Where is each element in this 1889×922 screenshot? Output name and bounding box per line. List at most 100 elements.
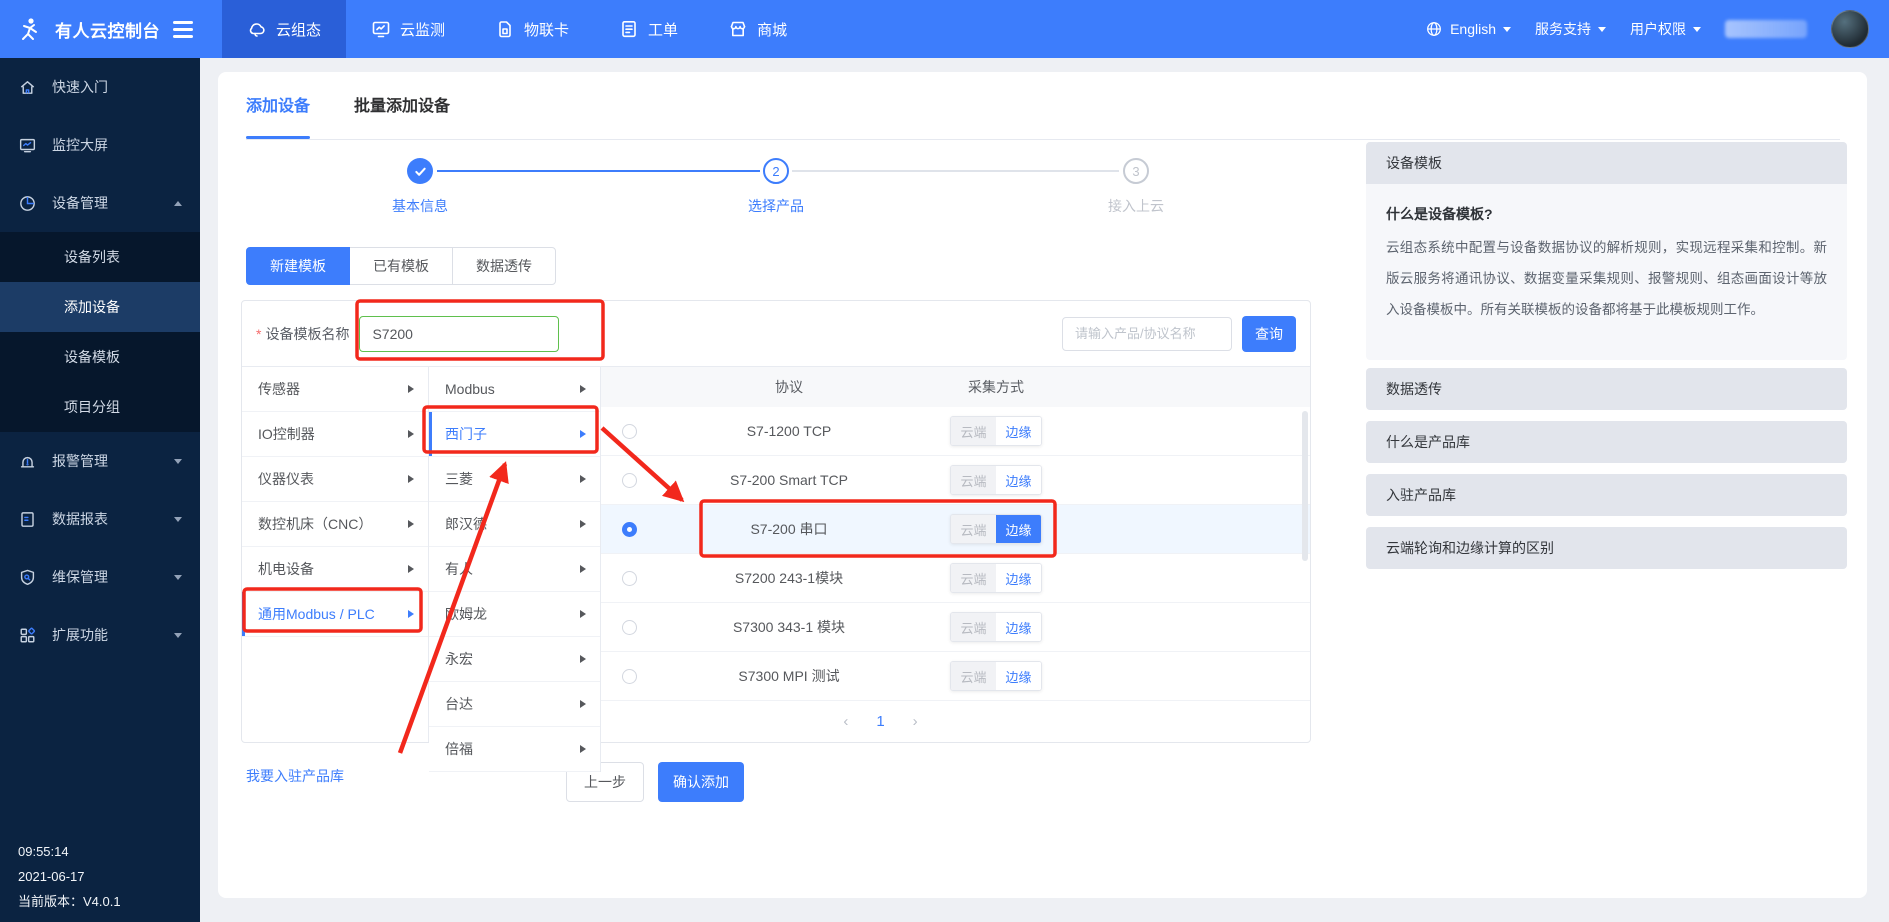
- brand-item-siemens[interactable]: 西门子: [429, 412, 600, 457]
- step-2-circle: 2: [763, 158, 789, 184]
- globe-icon: [1425, 20, 1443, 38]
- category-item-io-controller[interactable]: IO控制器: [242, 412, 428, 457]
- edge-badge[interactable]: 边缘: [996, 662, 1041, 690]
- edge-badge[interactable]: 边缘: [996, 613, 1041, 641]
- sidebar-item-quick-start[interactable]: 快速入门: [0, 58, 200, 116]
- edge-badge[interactable]: 边缘: [996, 466, 1041, 494]
- edge-badge[interactable]: 边缘: [996, 564, 1041, 592]
- brand-item-usr[interactable]: 有人: [429, 547, 600, 592]
- tab-add-device[interactable]: 添加设备: [246, 92, 310, 116]
- help-panel-device-template-header[interactable]: 设备模板: [1366, 142, 1847, 184]
- chevron-down-icon: [174, 459, 182, 468]
- active-tab-underline: [246, 136, 310, 139]
- cloud-badge[interactable]: 云端: [951, 417, 996, 445]
- tab-data-passthrough[interactable]: 数据透传: [452, 247, 556, 285]
- next-page-button[interactable]: ›: [913, 713, 918, 730]
- help-panel-data-passthrough[interactable]: 数据透传: [1366, 368, 1847, 410]
- nav-tab-cloud-scada[interactable]: 云组态: [222, 0, 346, 58]
- sidebar-item-label: 设备管理: [52, 193, 108, 213]
- step-1-circle: [407, 158, 433, 184]
- category-item-instrument[interactable]: 仪器仪表: [242, 457, 428, 502]
- sidebar-item-big-screen[interactable]: 监控大屏: [0, 116, 200, 174]
- work-order-icon: [619, 19, 639, 39]
- sidebar-item-project-group[interactable]: 项目分组: [0, 382, 200, 432]
- monitor-chart-icon: [371, 19, 391, 39]
- edge-badge[interactable]: 边缘: [996, 417, 1041, 445]
- radio-unselected[interactable]: [622, 473, 637, 488]
- radio-unselected[interactable]: [622, 669, 637, 684]
- collect-method-toggle: 云端 边缘: [950, 661, 1042, 691]
- brand-item-beckhoff[interactable]: 倍福: [429, 727, 600, 772]
- brand-column: Modbus 西门子 三菱 郎汉德 有人 欧姆龙 永宏 台达: [429, 367, 601, 772]
- cloud-badge[interactable]: 云端: [951, 564, 996, 592]
- scrollbar-thumb[interactable]: [1302, 411, 1308, 561]
- sidebar-item-extensions[interactable]: 扩展功能: [0, 606, 200, 664]
- brand-item-modbus[interactable]: Modbus: [429, 367, 600, 412]
- help-panel-what-is-product-library[interactable]: 什么是产品库: [1366, 421, 1847, 463]
- cloud-badge[interactable]: 云端: [951, 613, 996, 641]
- protocol-name: S7-200 串口: [657, 519, 921, 539]
- column-collect-method: 采集方式: [921, 377, 1071, 397]
- join-product-library-link[interactable]: 我要入驻产品库: [246, 766, 344, 786]
- category-item-cnc[interactable]: 数控机床（CNC）: [242, 502, 428, 547]
- chevron-down-icon: [1598, 27, 1606, 36]
- radio-unselected[interactable]: [622, 620, 637, 635]
- collect-method-toggle: 云端 边缘: [950, 563, 1042, 593]
- nav-tab-cloud-monitor[interactable]: 云监测: [346, 0, 470, 58]
- tab-existing-template[interactable]: 已有模板: [349, 247, 453, 285]
- confirm-add-button[interactable]: 确认添加: [658, 762, 744, 802]
- template-name-input[interactable]: [359, 316, 559, 352]
- cloud-badge[interactable]: 云端: [951, 466, 996, 494]
- brand-item-mitsubishi[interactable]: 三菱: [429, 457, 600, 502]
- cloud-badge[interactable]: 云端: [951, 515, 996, 543]
- prev-page-button[interactable]: ‹: [843, 713, 848, 730]
- help-panel-cloud-vs-edge[interactable]: 云端轮询和边缘计算的区别: [1366, 527, 1847, 569]
- nav-tab-label: 云监测: [400, 19, 445, 40]
- category-item-modbus-plc[interactable]: 通用Modbus / PLC: [242, 592, 428, 637]
- table-row[interactable]: S7200 243-1模块 云端 边缘: [601, 554, 1310, 603]
- support-menu[interactable]: 服务支持: [1535, 19, 1606, 39]
- menu-toggle-icon[interactable]: [173, 21, 193, 38]
- table-row[interactable]: S7-200 Smart TCP 云端 边缘: [601, 456, 1310, 505]
- nav-tab-iot-sim[interactable]: 物联卡: [470, 0, 594, 58]
- page-number[interactable]: 1: [876, 713, 884, 730]
- avatar[interactable]: [1831, 10, 1869, 48]
- category-item-sensor[interactable]: 传感器: [242, 367, 428, 412]
- sidebar-item-add-device[interactable]: 添加设备: [0, 282, 200, 332]
- chevron-right-icon: [408, 565, 414, 573]
- help-question: 什么是设备模板?: [1386, 204, 1827, 224]
- table-row[interactable]: S7-1200 TCP 云端 边缘: [601, 407, 1310, 456]
- tab-new-template[interactable]: 新建模板: [246, 247, 350, 285]
- sidebar-item-data-report[interactable]: 数据报表: [0, 490, 200, 548]
- permission-menu[interactable]: 用户权限: [1630, 19, 1701, 39]
- brand-item-omron[interactable]: 欧姆龙: [429, 592, 600, 637]
- table-row[interactable]: S7300 MPI 测试 云端 边缘: [601, 652, 1310, 701]
- brand-item-langhande[interactable]: 郎汉德: [429, 502, 600, 547]
- table-row[interactable]: S7300 343-1 模块 云端 边缘: [601, 603, 1310, 652]
- nav-tab-work-order[interactable]: 工单: [594, 0, 703, 58]
- sidebar-item-device-management[interactable]: 设备管理: [0, 174, 200, 232]
- template-name-label: 设备模板名称: [265, 324, 349, 344]
- nav-tab-mall[interactable]: 商城: [703, 0, 812, 58]
- sidebar-item-device-template[interactable]: 设备模板: [0, 332, 200, 382]
- query-button[interactable]: 查询: [1242, 316, 1296, 352]
- brand-label: 三菱: [445, 469, 473, 489]
- language-switcher[interactable]: English: [1425, 20, 1511, 38]
- cloud-badge[interactable]: 云端: [951, 662, 996, 690]
- sidebar-item-alarm-management[interactable]: 报警管理: [0, 432, 200, 490]
- category-column: 传感器 IO控制器 仪器仪表 数控机床（CNC） 机电设备 通用Modbus /…: [242, 367, 429, 742]
- sidebar-item-device-list[interactable]: 设备列表: [0, 232, 200, 282]
- radio-unselected[interactable]: [622, 424, 637, 439]
- device-management-submenu: 设备列表 添加设备 设备模板 项目分组: [0, 232, 200, 432]
- sidebar-item-maintenance[interactable]: 维保管理: [0, 548, 200, 606]
- category-item-electromechanical[interactable]: 机电设备: [242, 547, 428, 592]
- search-input[interactable]: [1062, 317, 1232, 351]
- edge-badge-selected[interactable]: 边缘: [996, 515, 1041, 543]
- table-row-selected[interactable]: S7-200 串口 云端 边缘: [601, 505, 1310, 554]
- help-panel-join-product-library[interactable]: 入驻产品库: [1366, 474, 1847, 516]
- tab-batch-add-device[interactable]: 批量添加设备: [354, 92, 450, 116]
- radio-unselected[interactable]: [622, 571, 637, 586]
- brand-item-delta[interactable]: 台达: [429, 682, 600, 727]
- radio-selected[interactable]: [622, 522, 637, 537]
- brand-item-fatek[interactable]: 永宏: [429, 637, 600, 682]
